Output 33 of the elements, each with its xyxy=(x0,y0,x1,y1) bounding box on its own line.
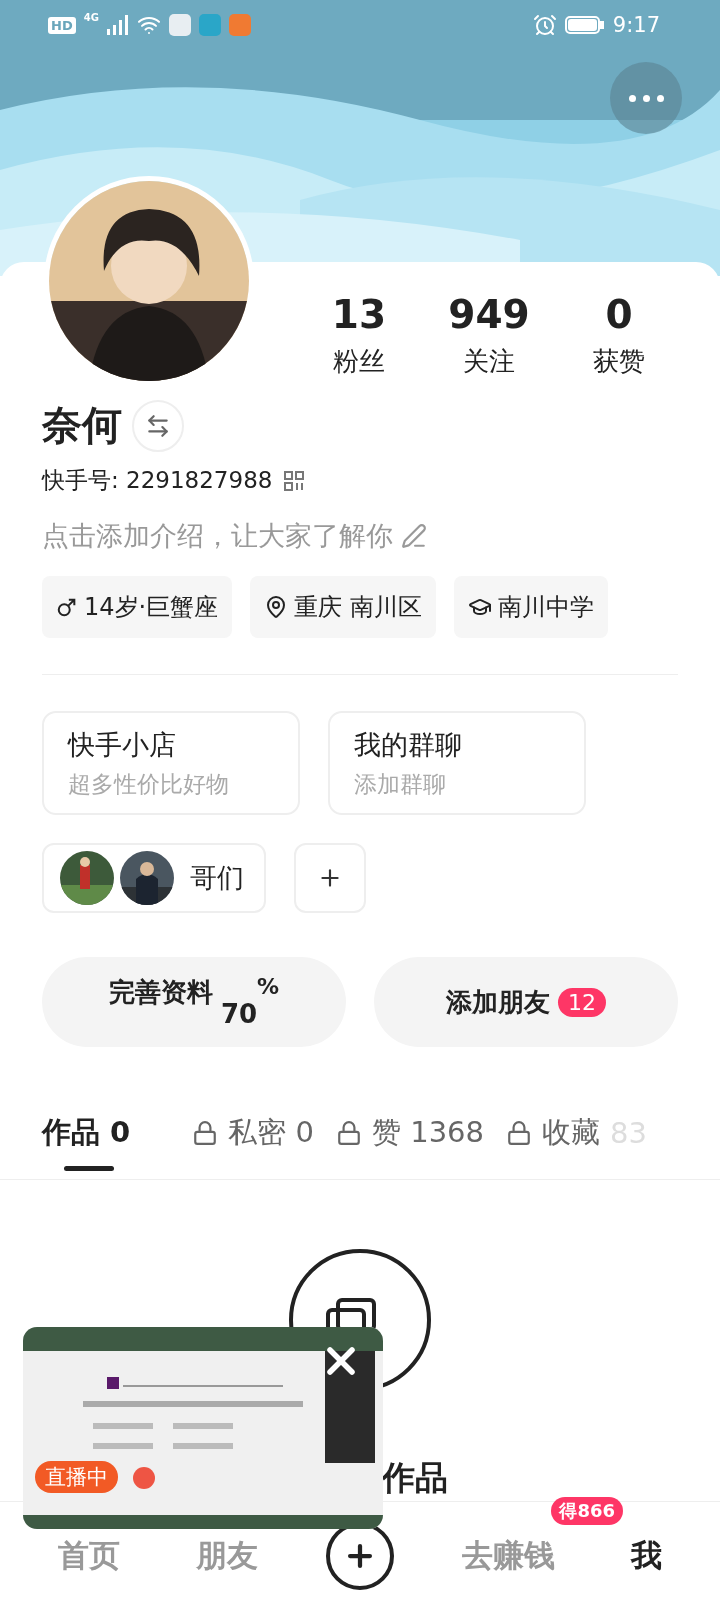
profile-tag[interactable]: 14岁·巨蟹座 xyxy=(42,576,233,638)
stat-count: 0 xyxy=(605,292,633,338)
profile-tag[interactable]: 重庆 南川区 xyxy=(250,576,436,638)
content-tab[interactable]: 赞 1368 xyxy=(335,1087,484,1179)
action-button[interactable]: 完善资料 70 % xyxy=(42,957,346,1047)
male-icon xyxy=(56,596,78,618)
shortcut-title: 我的群聊 xyxy=(354,728,463,762)
user-name: 奈何 xyxy=(42,401,122,450)
action-button[interactable]: 添加朋友 12 xyxy=(374,957,678,1047)
switch-icon xyxy=(145,412,171,439)
qr-code-icon[interactable] xyxy=(284,470,305,491)
user-id: 快手号: 2291827988 xyxy=(42,466,273,495)
stat-label[interactable]: 粉丝 xyxy=(333,344,385,379)
stat-count: 13 xyxy=(331,292,387,338)
stat-label[interactable]: 关注 xyxy=(463,344,515,379)
profile-tag[interactable]: 南川中学 xyxy=(453,576,608,638)
shortcut-title: 快手小店 xyxy=(68,728,177,762)
count-badge: 12 xyxy=(558,987,606,1017)
stat-label[interactable]: 获赞 xyxy=(593,344,645,379)
group-chat-chip[interactable]: 哥们 xyxy=(42,843,266,913)
stat-count: 949 xyxy=(448,292,530,338)
shortcut-subtitle: 超多性价比好物 xyxy=(68,770,230,799)
live-badge: 直播中 xyxy=(35,1461,118,1493)
switch-account-button[interactable] xyxy=(132,399,184,452)
shortcut-card[interactable]: 快手小店 超多性价比好物 xyxy=(42,711,300,815)
reward-badge: 得866 xyxy=(551,1497,623,1525)
shortcut-card[interactable]: 我的群聊 添加群聊 xyxy=(328,711,586,815)
profile-completion: 70 % xyxy=(220,975,280,1029)
content-tab[interactable]: 作品 0 xyxy=(42,1087,131,1179)
content-tab[interactable]: 私密 0 xyxy=(192,1087,314,1179)
shortcut-subtitle: 添加群聊 xyxy=(354,770,447,799)
edit-icon[interactable] xyxy=(401,523,427,549)
empty-state-text: 作品 xyxy=(382,1457,448,1499)
